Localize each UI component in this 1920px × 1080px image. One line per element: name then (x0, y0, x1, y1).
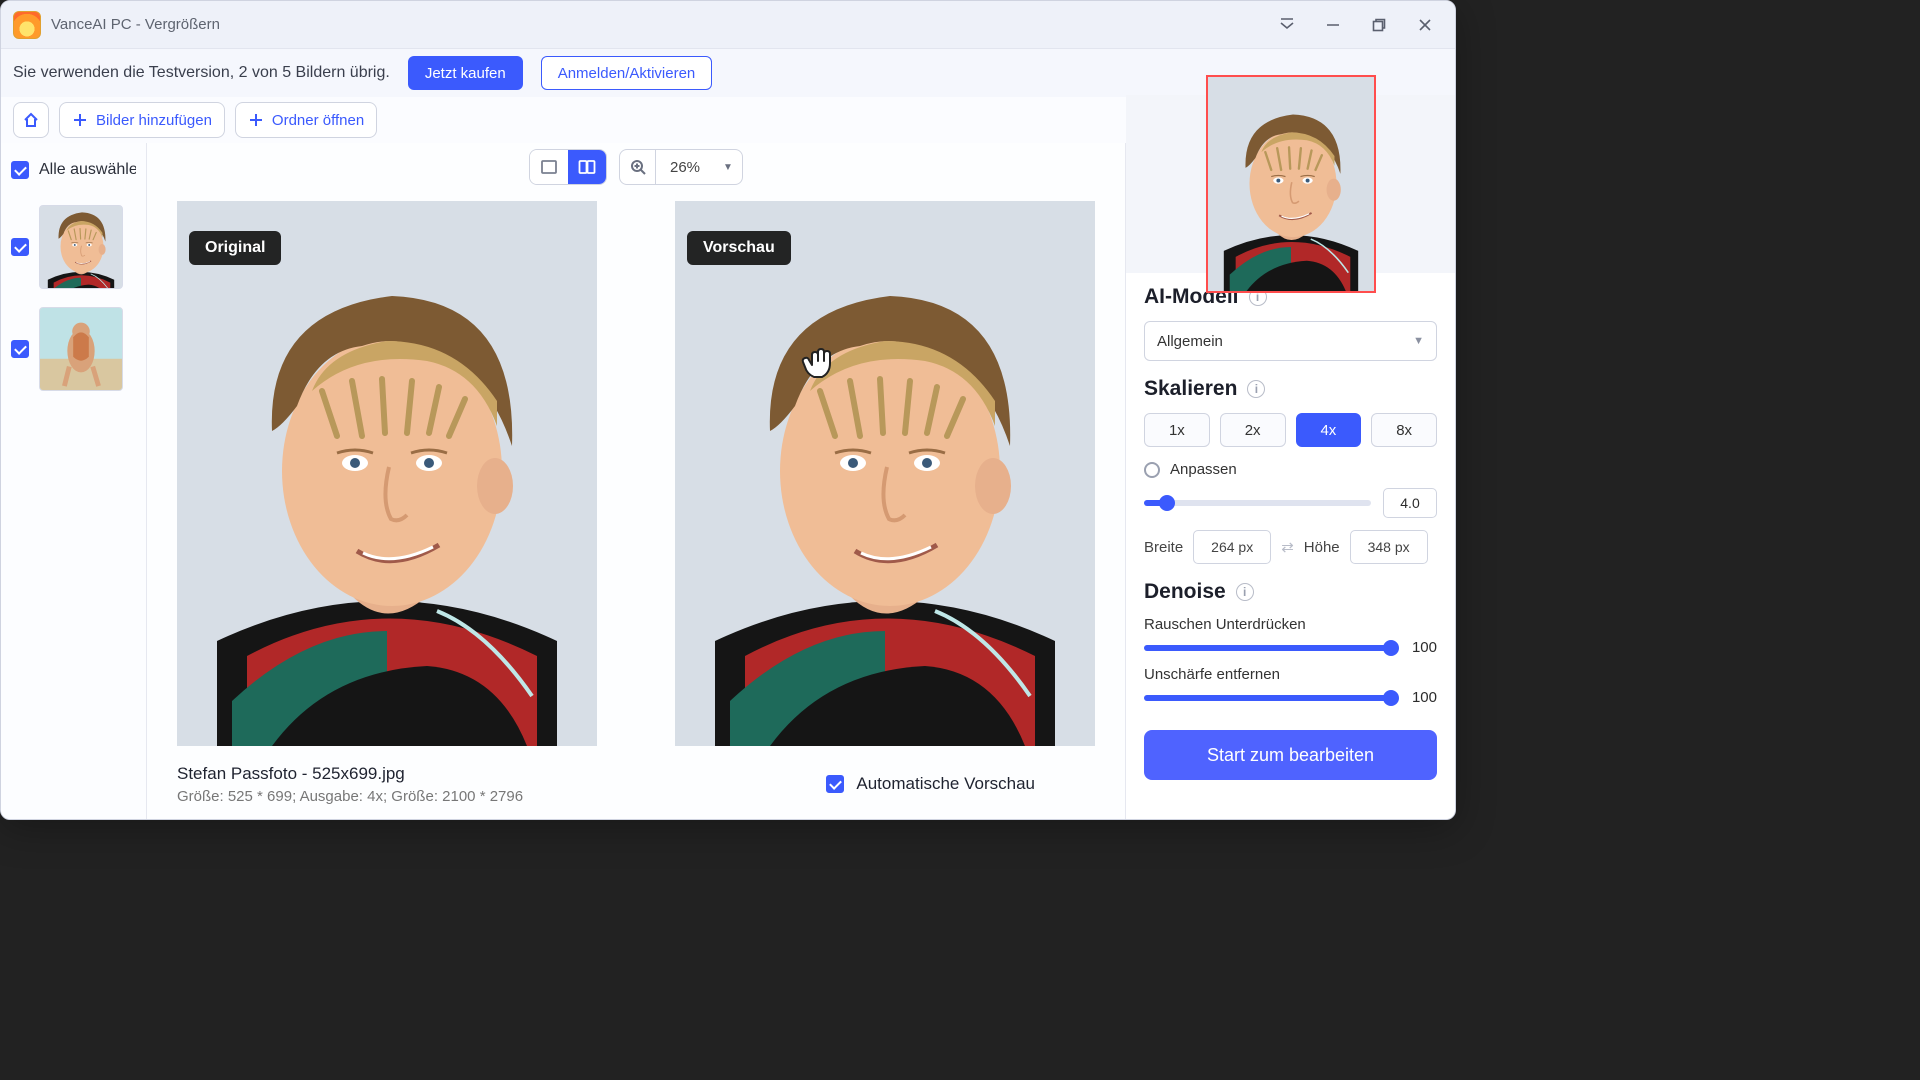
thumb-image[interactable] (39, 307, 123, 391)
chevron-down-icon: ▼ (1413, 335, 1424, 347)
chevron-down-icon[interactable] (1277, 15, 1297, 35)
original-tag: Original (189, 231, 281, 265)
select-all-row[interactable]: Alle auswählen (11, 153, 136, 187)
noise-slider[interactable] (1144, 645, 1391, 651)
thumb-row[interactable] (11, 205, 136, 289)
footer-row: Stefan Passfoto - 525x699.jpg Größe: 525… (147, 749, 1125, 819)
auto-preview-toggle[interactable]: Automatische Vorschau (826, 774, 1035, 794)
activate-button[interactable]: Anmelden/Aktivieren (541, 56, 713, 90)
height-label: Höhe (1304, 539, 1340, 556)
noise-slider-row: 100 (1144, 639, 1437, 656)
preview-tag: Vorschau (687, 231, 791, 265)
scale-section: Skalieren i 1x 2x 4x 8x Anpassen (1126, 365, 1455, 568)
close-button[interactable] (1415, 15, 1435, 35)
zoom-icon[interactable] (620, 150, 656, 184)
split-view-button[interactable] (568, 150, 606, 184)
auto-preview-label: Automatische Vorschau (856, 774, 1035, 794)
scale-4x-button[interactable]: 4x (1296, 413, 1362, 447)
center-pane: 26% ▼ Original Vorschau (147, 143, 1125, 819)
scale-title: Skalieren i (1144, 377, 1437, 401)
file-meta: Stefan Passfoto - 525x699.jpg Größe: 525… (177, 764, 523, 805)
blur-slider-row: 100 (1144, 689, 1437, 706)
blur-slider[interactable] (1144, 695, 1391, 701)
custom-scale-row[interactable]: Anpassen (1144, 461, 1437, 478)
add-images-button[interactable]: Bilder hinzufügen (59, 102, 225, 138)
info-icon[interactable]: i (1247, 380, 1265, 398)
settings-panel: AI-Modell i Allgemein ▼ Skalieren i 1x 2… (1125, 143, 1455, 819)
scale-title-text: Skalieren (1144, 377, 1237, 401)
zoom-dropdown-caret[interactable]: ▼ (714, 162, 742, 173)
denoise-title: Denoise i (1144, 580, 1437, 604)
preview-panel[interactable]: Vorschau (675, 201, 1095, 746)
thumbnail-list: Alle auswählen (1, 143, 147, 819)
main-area: Alle auswählen (1, 143, 1455, 819)
scale-2x-button[interactable]: 2x (1220, 413, 1286, 447)
blur-label: Unschärfe entfernen (1144, 666, 1437, 683)
original-panel[interactable]: Original (177, 201, 597, 746)
open-folder-label: Ordner öffnen (272, 112, 364, 129)
preview-thumb-area (1126, 95, 1455, 273)
custom-scale-value[interactable]: 4.0 (1383, 488, 1437, 518)
window-title: VanceAI PC - Vergrößern (51, 16, 220, 33)
thumb-checkbox[interactable] (11, 340, 29, 358)
custom-scale-label: Anpassen (1170, 461, 1237, 478)
ai-model-value: Allgemein (1157, 333, 1223, 350)
scale-8x-button[interactable]: 8x (1371, 413, 1437, 447)
dimensions-row: Breite 264 px ⇄ Höhe 348 px (1144, 530, 1437, 564)
denoise-section: Denoise i Rauschen Unterdrücken 100 Unsc… (1126, 568, 1455, 720)
width-label: Breite (1144, 539, 1183, 556)
compare-toolbar: 26% ▼ (147, 143, 1125, 191)
height-value[interactable]: 348 px (1350, 530, 1428, 564)
scale-buttons: 1x 2x 4x 8x (1144, 413, 1437, 447)
noise-label: Rauschen Unterdrücken (1144, 616, 1437, 633)
view-mode-group (529, 149, 607, 185)
app-logo-icon (13, 11, 41, 39)
ai-model-dropdown[interactable]: Allgemein ▼ (1144, 321, 1437, 361)
home-button[interactable] (13, 102, 49, 138)
thumb-image[interactable] (39, 205, 123, 289)
single-view-button[interactable] (530, 150, 568, 184)
window-controls (1277, 15, 1447, 35)
blur-value: 100 (1401, 689, 1437, 706)
preview-thumb[interactable] (1206, 75, 1376, 293)
select-all-label: Alle auswählen (39, 161, 136, 179)
thumb-checkbox[interactable] (11, 238, 29, 256)
thumb-row[interactable] (11, 307, 136, 391)
custom-scale-slider[interactable] (1144, 500, 1371, 506)
zoom-value: 26% (656, 159, 714, 176)
link-icon[interactable]: ⇄ (1281, 538, 1294, 556)
zoom-control[interactable]: 26% ▼ (619, 149, 743, 185)
minimize-button[interactable] (1323, 15, 1343, 35)
trial-text: Sie verwenden die Testversion, 2 von 5 B… (13, 64, 390, 82)
file-dims: Größe: 525 * 699; Ausgabe: 4x; Größe: 21… (177, 788, 523, 805)
add-images-label: Bilder hinzufügen (96, 112, 212, 129)
titlebar-left: VanceAI PC - Vergrößern (13, 11, 220, 39)
auto-preview-checkbox[interactable] (826, 775, 844, 793)
select-all-checkbox[interactable] (11, 161, 29, 179)
file-name: Stefan Passfoto - 525x699.jpg (177, 764, 523, 784)
scale-1x-button[interactable]: 1x (1144, 413, 1210, 447)
noise-value: 100 (1401, 639, 1437, 656)
custom-scale-radio[interactable] (1144, 462, 1160, 478)
start-processing-button[interactable]: Start zum bearbeiten (1144, 730, 1437, 780)
app-window: VanceAI PC - Vergrößern Sie verwenden di… (0, 0, 1456, 820)
custom-scale-slider-row: 4.0 (1144, 488, 1437, 518)
buy-button[interactable]: Jetzt kaufen (408, 56, 523, 90)
denoise-title-text: Denoise (1144, 580, 1226, 604)
titlebar: VanceAI PC - Vergrößern (1, 1, 1455, 49)
width-value[interactable]: 264 px (1193, 530, 1271, 564)
compare-panels: Original Vorschau (147, 191, 1125, 749)
info-icon[interactable]: i (1236, 583, 1254, 601)
maximize-button[interactable] (1369, 15, 1389, 35)
open-folder-button[interactable]: Ordner öffnen (235, 102, 377, 138)
